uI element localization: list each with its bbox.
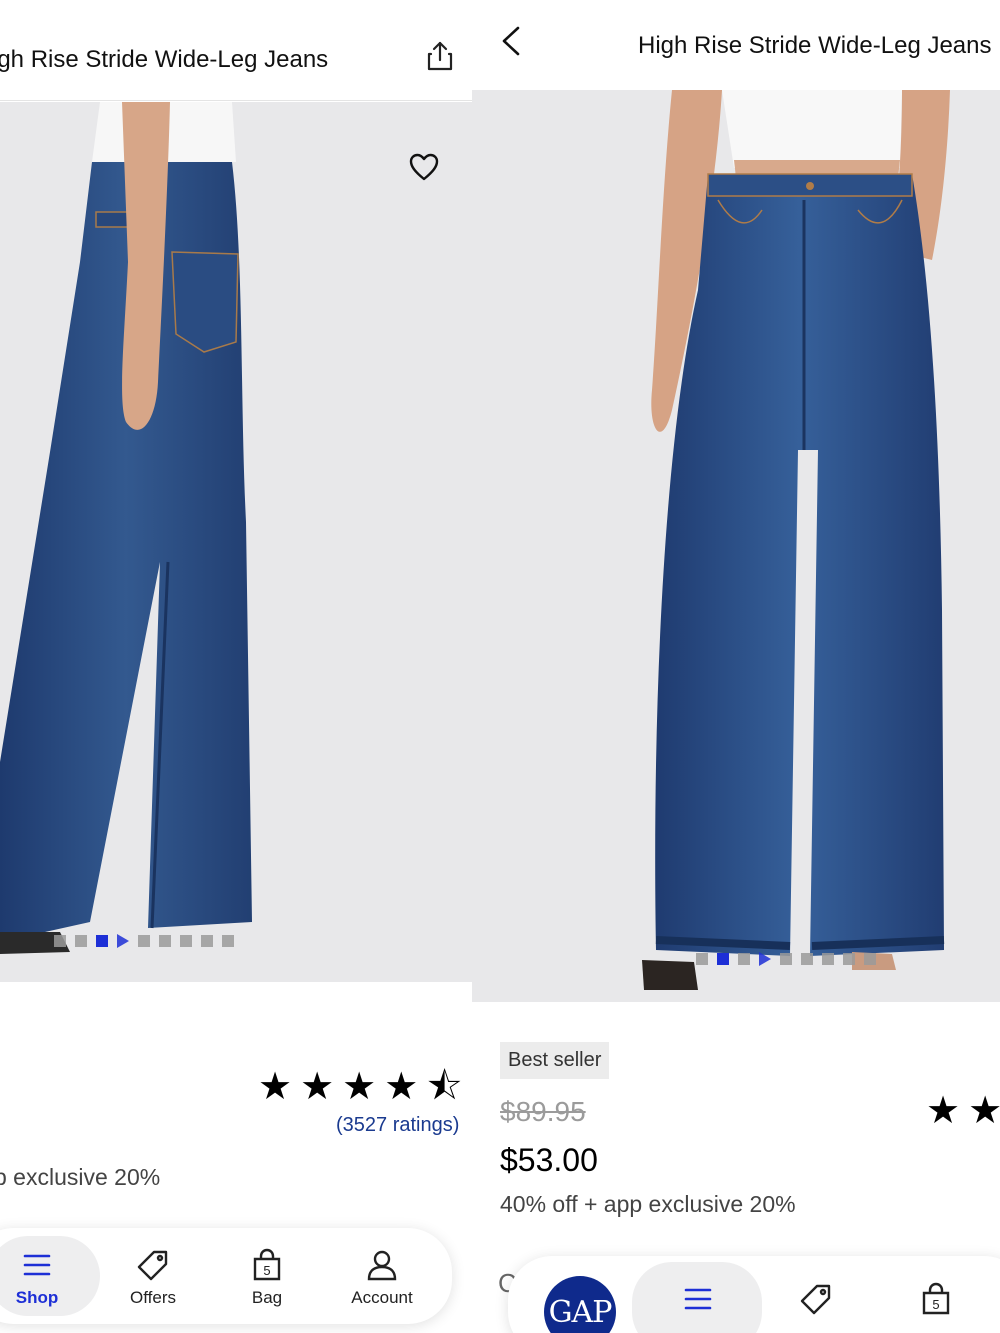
carousel-dot[interactable] [75,935,87,947]
star-icon: ★ [342,1066,377,1108]
star-icon: ★ [968,1090,1000,1132]
star-icon: ★ [258,1066,293,1108]
tab-label: Shop [15,1288,59,1307]
image-carousel-dots[interactable] [54,934,234,948]
product-image[interactable] [0,102,472,982]
star-rating: ★ ★ ★ ★ ⯪ [258,1068,462,1106]
bag-count: 5 [263,1263,270,1278]
carousel-dot[interactable] [222,935,234,947]
tab-bag[interactable]: 5 Bag [232,1248,302,1308]
bottom-tab-bar: Shop Offers 5 Bag Account [0,1228,452,1324]
carousel-dot[interactable] [138,935,150,947]
menu-icon [684,1288,712,1310]
menu-icon [23,1254,51,1276]
tag-icon [800,1284,831,1315]
promo-text: 40% off + app exclusive 20% [500,1191,796,1217]
right-screenshot-panel: High Rise Stride Wide-Leg Jeans Best sel… [472,0,1000,1333]
header-divider [0,100,472,101]
carousel-dot[interactable] [159,935,171,947]
tag-icon [137,1250,168,1281]
carousel-dot[interactable] [822,953,834,965]
tab-label: Bag [251,1288,283,1307]
carousel-dot-active[interactable] [96,935,108,947]
tab-offers[interactable]: Offers [118,1248,188,1308]
carousel-dot[interactable] [801,953,813,965]
carousel-dot[interactable] [696,953,708,965]
carousel-dot[interactable] [201,935,213,947]
tab-label: Offers [130,1288,176,1307]
bag-icon: 5 [922,1282,950,1315]
left-screenshot-panel: igh Rise Stride Wide-Leg Jeans ★ ★ ★ ★ ⯪… [0,0,472,1333]
best-seller-badge: Best seller [500,1042,610,1079]
sale-price: $53.00 [500,1142,598,1178]
bag-icon: 5 [253,1248,281,1281]
carousel-dot[interactable] [843,953,855,965]
star-icon: ★ [926,1090,961,1132]
tab-shop[interactable]: Shop [4,1248,70,1308]
original-price: $89.95 [500,1096,586,1127]
play-icon[interactable] [117,934,129,948]
tab-offers[interactable] [796,1282,836,1316]
product-title: igh Rise Stride Wide-Leg Jeans [0,46,329,73]
product-image[interactable] [472,90,1000,1002]
tab-bag[interactable]: 5 [916,1282,956,1316]
tab-account[interactable]: Account [342,1248,422,1308]
person-icon [367,1250,397,1281]
back-chevron-icon[interactable] [496,24,526,58]
tab-shop[interactable] [678,1282,718,1316]
wishlist-heart-icon[interactable] [408,152,440,182]
carousel-dot[interactable] [864,953,876,965]
star-icon: ★ [300,1066,335,1108]
tab-label: Account [351,1288,413,1307]
carousel-dot-active[interactable] [717,953,729,965]
star-rating: ★ ★ [926,1092,1000,1130]
share-icon[interactable] [424,40,456,72]
play-icon[interactable] [759,952,771,966]
carousel-dot[interactable] [54,935,66,947]
bag-count: 5 [932,1297,939,1312]
half-star-icon: ⯪ [426,1066,463,1108]
image-carousel-dots[interactable] [696,952,876,966]
star-icon: ★ [384,1066,419,1108]
carousel-dot[interactable] [180,935,192,947]
carousel-dot[interactable] [780,953,792,965]
carousel-dot[interactable] [738,953,750,965]
ratings-count-link[interactable]: (3527 ratings) [336,1114,459,1137]
promo-text: p exclusive 20% [0,1164,161,1190]
product-title: High Rise Stride Wide-Leg Jeans [638,32,992,59]
